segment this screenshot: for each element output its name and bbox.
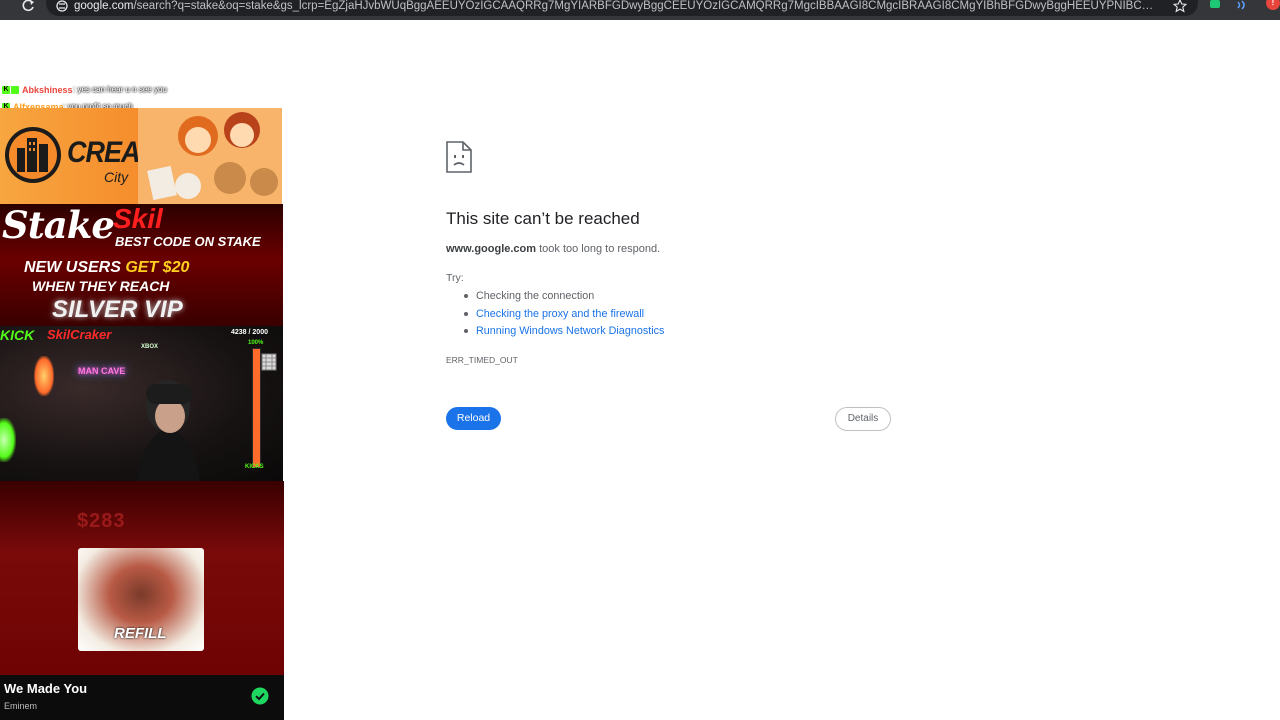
music-widget: $283 REFILL We Made You Eminem (0, 481, 284, 720)
screen: google.com/search?q=stake&oq=stake&gs_lc… (0, 0, 1280, 720)
error-code: ERR_TIMED_OUT (446, 355, 518, 365)
address-bar[interactable]: google.com/search?q=stake&oq=stake&gs_lc… (46, 0, 1198, 16)
webcam-feed: KICK SkilCraker MAN CAVE XBOX 4238 / 200… (0, 326, 283, 481)
goal-percentage: 100% (248, 340, 264, 346)
xbox-sign: XBOX (141, 344, 159, 350)
browser-toolbar: google.com/search?q=stake&oq=stake&gs_lc… (0, 0, 1280, 20)
try-label: Try: (446, 272, 464, 284)
extension-audio-icon[interactable] (1236, 0, 1250, 10)
suggestion-check-proxy-link[interactable]: Checking the proxy and the firewall (462, 307, 664, 325)
silver-vip-text: SILVER VIP (52, 296, 183, 323)
neon-sign: MAN CAVE (78, 366, 126, 376)
gift-icon (261, 353, 277, 371)
suggestion-check-connection: Checking the connection (462, 289, 664, 307)
profile-avatar[interactable]: ! (1266, 0, 1280, 10)
extension-icon[interactable] (1208, 0, 1222, 10)
song-title: We Made You (4, 681, 88, 696)
when-reach-text: WHEN THEY REACH (32, 278, 170, 294)
error-message: www.google.com took too long to respond. (446, 242, 660, 256)
kick-logo: KICK (0, 327, 35, 343)
suggestion-list: Checking the connection Checking the pro… (462, 289, 664, 342)
lamp-glow (34, 356, 54, 396)
url-path: /search?q=stake&oq=stake&gs_lcrp=EgZjaHJ… (133, 0, 1154, 12)
kicks-label: KICKS (245, 464, 264, 470)
album-text: REFILL (114, 625, 167, 642)
creative-city-subtitle: City (104, 169, 129, 185)
url-host: google.com (74, 0, 134, 12)
stake-logo: Stake (2, 204, 115, 247)
error-message-text: took too long to respond. (536, 243, 661, 255)
sad-page-icon (446, 141, 472, 173)
song-artist: Eminem (4, 701, 38, 711)
stake-promo-banner: Stake Skil BEST CODE ON STAKE NEW USERS … (0, 204, 283, 326)
error-host: www.google.com (446, 243, 537, 255)
streamer-figure (138, 380, 200, 481)
chat-message: K Abkshiness : yes can hear u n see you (0, 84, 300, 101)
city-logo-icon (5, 127, 61, 183)
error-title: This site can’t be reached (446, 209, 640, 228)
details-button[interactable]: Details (835, 407, 891, 431)
streamer-name: SkilCraker (47, 327, 112, 342)
bookmark-star-icon[interactable] (1173, 0, 1187, 13)
get-amount-label: GET $20 (125, 259, 190, 276)
reload-icon[interactable] (18, 0, 38, 12)
suggestion-network-diagnostics-link[interactable]: Running Windows Network Diagnostics (462, 324, 664, 342)
now-playing-bar: We Made You Eminem (0, 675, 284, 720)
best-code-text: BEST CODE ON STAKE (115, 234, 261, 249)
url-text[interactable]: google.com/search?q=stake&oq=stake&gs_lc… (74, 0, 1154, 13)
album-art: REFILL (78, 548, 204, 651)
check-circle-icon (251, 687, 269, 705)
kicks-goal-count: 4238 / 2000 (231, 329, 268, 336)
chat-text: : yes can hear u n see you (73, 85, 167, 94)
new-users-label: NEW USERS (24, 259, 126, 276)
creative-city-banner: CREATIVE City (0, 108, 282, 204)
new-users-text: NEW USERS GET $20 (24, 259, 189, 277)
kick-badge-icon: K (2, 86, 10, 94)
chat-username: Abkshiness (22, 85, 73, 95)
site-info-icon[interactable] (56, 0, 68, 12)
skil-logo: Skil (113, 204, 163, 234)
cartoon-characters-image (138, 108, 282, 204)
subscriber-badge-icon (11, 86, 19, 94)
donation-amount: $283 (77, 510, 126, 532)
green-glow (0, 418, 16, 462)
reload-button[interactable]: Reload (446, 407, 501, 430)
